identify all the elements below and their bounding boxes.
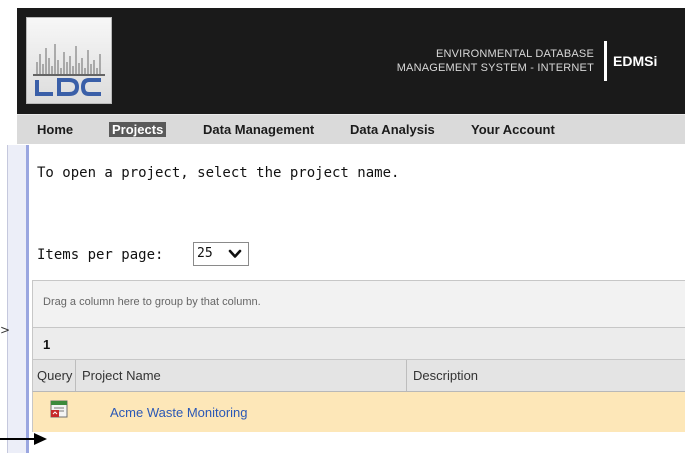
column-header-query[interactable]: Query — [33, 360, 76, 391]
ldc-logo[interactable] — [26, 17, 112, 104]
expand-pane-toggle[interactable]: > — [0, 323, 10, 337]
arrow-right-icon — [0, 433, 47, 445]
group-by-drop-zone[interactable]: Drag a column here to group by that colu… — [32, 280, 685, 328]
items-per-page-value: 25 — [197, 246, 213, 261]
nav-data-management[interactable]: Data Management — [203, 122, 314, 137]
project-name-link[interactable]: Acme Waste Monitoring — [110, 405, 248, 420]
system-title-line1: ENVIRONMENTAL DATABASE — [435, 48, 594, 60]
group-value: 1 — [43, 337, 51, 352]
main-nav: Home Projects Data Management Data Analy… — [17, 114, 685, 144]
ldc-logo-icon — [33, 44, 105, 96]
collapsible-side-pane[interactable] — [7, 145, 29, 453]
header-divider — [604, 41, 607, 81]
group-header-row[interactable]: 1 — [32, 328, 685, 360]
column-header-description[interactable]: Description — [407, 360, 685, 391]
nav-home[interactable]: Home — [37, 122, 73, 137]
column-header-project-name[interactable]: Project Name — [76, 360, 407, 391]
system-title-line2: MANAGEMENT SYSTEM - INTERNET — [396, 62, 594, 74]
grid-header-row: Query Project Name Description — [32, 360, 685, 392]
nav-data-analysis[interactable]: Data Analysis — [350, 122, 435, 137]
projects-grid: Drag a column here to group by that colu… — [32, 280, 685, 453]
system-acronym: EDMSi — [613, 53, 658, 69]
group-by-hint: Drag a column here to group by that colu… — [43, 296, 261, 308]
query-report-icon[interactable] — [50, 400, 68, 418]
nav-projects[interactable]: Projects — [109, 122, 167, 137]
instruction-text: To open a project, select the project na… — [37, 165, 400, 181]
items-per-page-label: Items per page: — [37, 247, 164, 263]
app-header: ENVIRONMENTAL DATABASE MANAGEMENT SYSTEM… — [17, 8, 685, 114]
system-title: ENVIRONMENTAL DATABASE MANAGEMENT SYSTEM… — [397, 47, 594, 75]
table-row[interactable]: Acme Waste Monitoring — [32, 392, 685, 432]
nav-your-account[interactable]: Your Account — [471, 122, 555, 137]
chevron-down-icon — [228, 249, 242, 258]
items-per-page-select[interactable]: 25 — [193, 242, 249, 266]
